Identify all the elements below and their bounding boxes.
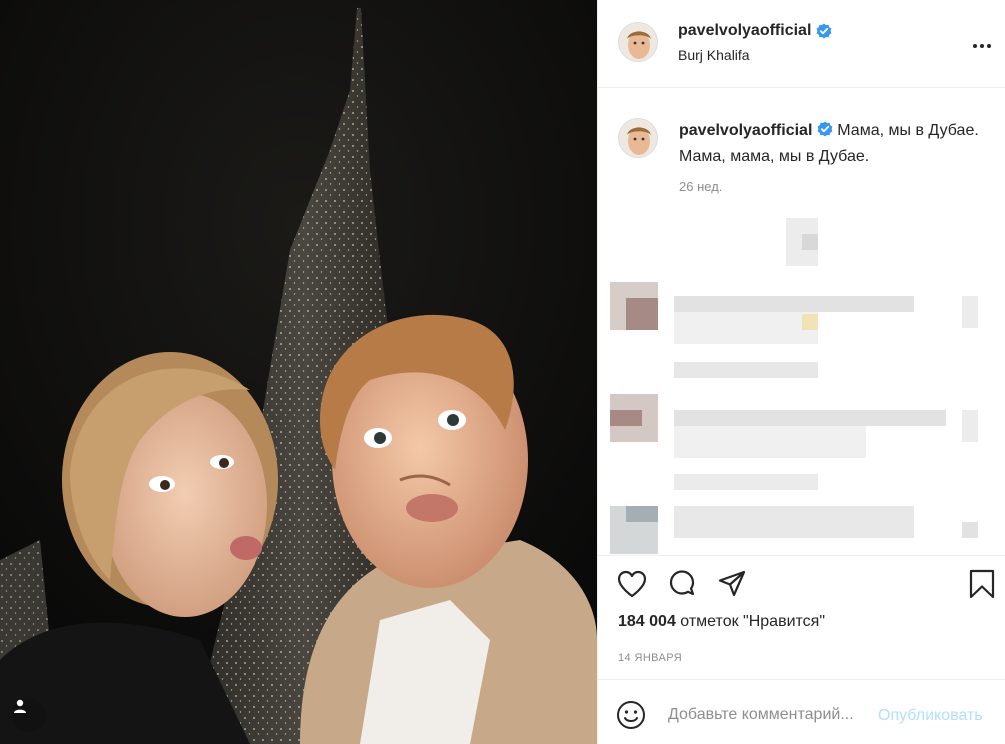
more-icon (973, 44, 991, 48)
save-button[interactable] (966, 568, 998, 600)
pixel-line (674, 410, 946, 426)
avatar-face (619, 119, 657, 157)
like-button[interactable] (616, 568, 648, 600)
tagged-users-button[interactable] (12, 698, 46, 732)
caption-text-block: pavelvolyaofficial Мама, мы в Дубае. Мам… (679, 118, 979, 170)
post-photo[interactable] (0, 0, 597, 744)
caption-username[interactable]: pavelvolyaofficial (679, 122, 812, 139)
likes-label: отметок "Нравится" (680, 613, 825, 630)
comment-input[interactable] (668, 706, 878, 724)
bookmark-icon (969, 569, 995, 599)
heart-icon (617, 570, 647, 598)
avatar-face (619, 23, 657, 61)
pixel-block (962, 522, 978, 538)
post-header: pavelvolyaofficial Burj Khalifa (598, 0, 1005, 88)
post-date[interactable]: 14 января (618, 652, 682, 664)
caption-timestamp[interactable]: 26 нед. (679, 179, 722, 194)
post-actions: 184 004 отметок "Нравится" 14 января (598, 555, 1005, 679)
author-avatar[interactable] (618, 22, 658, 62)
comment-icon (669, 570, 695, 596)
verified-badge-icon (817, 121, 833, 137)
pixel-line (674, 362, 818, 378)
pixel-block (626, 298, 658, 330)
share-button[interactable] (716, 568, 748, 600)
likes-count: 184 004 (618, 613, 676, 630)
emoji-icon[interactable] (616, 700, 646, 730)
pixel-block (802, 314, 818, 330)
more-options-button[interactable] (972, 32, 992, 55)
pixel-line (674, 312, 818, 344)
post-details-panel: pavelvolyaofficial Burj Khalifa pavelvol… (597, 0, 1005, 744)
publish-button[interactable]: Опубликовать (878, 707, 983, 725)
pixel-line (674, 296, 914, 312)
pixel-block (626, 506, 658, 522)
pixel-block (962, 410, 978, 442)
add-comment-bar: Опубликовать (598, 679, 1005, 744)
pixel-block (962, 296, 978, 328)
pixel-line (674, 426, 866, 458)
pixel-line (674, 474, 818, 490)
instagram-post: pavelvolyaofficial Burj Khalifa pavelvol… (0, 0, 1005, 744)
photo-illustration (0, 0, 597, 744)
author-username-row: pavelvolyaofficial (678, 22, 832, 40)
author-username[interactable]: pavelvolyaofficial (678, 22, 811, 40)
pixel-line (674, 506, 914, 538)
location-link[interactable]: Burj Khalifa (678, 47, 750, 63)
share-icon (718, 570, 746, 597)
caption-author-avatar[interactable] (618, 118, 658, 158)
likes-count-row[interactable]: 184 004 отметок "Нравится" (618, 613, 825, 631)
comment-button[interactable] (666, 568, 698, 600)
verified-badge-icon (816, 23, 832, 39)
pixel-block (610, 410, 642, 426)
pixel-block (802, 234, 818, 250)
user-tag-icon (14, 699, 26, 713)
